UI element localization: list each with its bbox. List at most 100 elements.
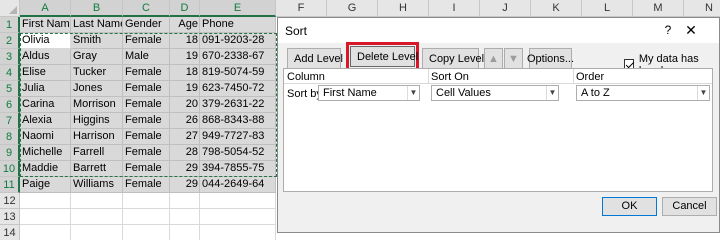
cell[interactable]: 394-7855-75	[200, 161, 276, 177]
cell[interactable]: Phone	[200, 17, 276, 33]
cell[interactable]: 26	[170, 113, 200, 129]
row-header-2[interactable]: 2	[0, 33, 20, 49]
cell[interactable]: 949-7727-83	[200, 129, 276, 145]
cell[interactable]	[200, 193, 276, 209]
cell[interactable]: 044-2649-64	[200, 177, 276, 193]
row-header-14[interactable]: 14	[0, 225, 20, 240]
cell[interactable]: 623-7450-72	[200, 81, 276, 97]
row-header-9[interactable]: 9	[0, 145, 20, 161]
cell[interactable]: Jones	[71, 81, 123, 97]
cell[interactable]: 091-9203-28	[200, 33, 276, 49]
cell[interactable]: Male	[123, 49, 170, 65]
cell[interactable]: Maddie	[20, 161, 71, 177]
column-header-a[interactable]: A	[20, 0, 71, 17]
cell[interactable]	[123, 209, 170, 225]
cell[interactable]: Aldus	[20, 49, 71, 65]
column-header-e[interactable]: E	[200, 0, 276, 17]
cell[interactable]	[71, 225, 123, 240]
cell[interactable]	[200, 209, 276, 225]
row-header-1[interactable]: 1	[0, 17, 20, 33]
cell[interactable]	[123, 193, 170, 209]
cell[interactable]	[71, 209, 123, 225]
column-header-k[interactable]: K	[531, 0, 582, 17]
cell[interactable]: Gender	[123, 17, 170, 33]
column-header-c[interactable]: C	[123, 0, 170, 17]
cell[interactable]	[170, 225, 200, 240]
order-select[interactable]: A to Z ▼	[576, 85, 710, 101]
column-header-l[interactable]: L	[582, 0, 633, 17]
cell[interactable]: Carina	[20, 97, 71, 113]
cell[interactable]: 819-5074-59	[200, 65, 276, 81]
row-header-6[interactable]: 6	[0, 97, 20, 113]
cell[interactable]	[200, 225, 276, 240]
cell[interactable]: 29	[170, 177, 200, 193]
cell[interactable]: 18	[170, 65, 200, 81]
cell[interactable]	[170, 193, 200, 209]
cell[interactable]: Olivia	[20, 33, 71, 49]
cell[interactable]: Paige	[20, 177, 71, 193]
cell[interactable]: First Name	[20, 17, 71, 33]
cell[interactable]: 27	[170, 129, 200, 145]
row-header-10[interactable]: 10	[0, 161, 20, 177]
column-header-j[interactable]: J	[480, 0, 531, 17]
cell[interactable]: Williams	[71, 177, 123, 193]
cell[interactable]: Female	[123, 81, 170, 97]
cell[interactable]: Female	[123, 129, 170, 145]
sort-column-select[interactable]: First Name ▼	[318, 85, 420, 101]
delete-level-button[interactable]: Delete Level	[350, 46, 418, 67]
cell[interactable]: 379-2631-22	[200, 97, 276, 113]
options-button[interactable]: Options...	[527, 48, 574, 69]
column-header-i[interactable]: I	[429, 0, 480, 17]
cell[interactable]: Last Name	[71, 17, 123, 33]
cell[interactable]: Harrison	[71, 129, 123, 145]
move-up-button[interactable]: ▲	[484, 48, 503, 69]
cell[interactable]: 19	[170, 49, 200, 65]
cell[interactable]	[20, 225, 71, 240]
cell[interactable]: 670-2338-67	[200, 49, 276, 65]
cell[interactable]: Farrell	[71, 145, 123, 161]
column-header-n[interactable]: N	[684, 0, 720, 17]
cell[interactable]: Julia	[20, 81, 71, 97]
close-button[interactable]: ✕	[678, 22, 704, 39]
help-button[interactable]: ?	[659, 22, 677, 39]
column-header-m[interactable]: M	[633, 0, 684, 17]
cell[interactable]: 18	[170, 33, 200, 49]
cell[interactable]: Elise	[20, 65, 71, 81]
row-header-3[interactable]: 3	[0, 49, 20, 65]
row-header-4[interactable]: 4	[0, 65, 20, 81]
row-header-11[interactable]: 11	[0, 177, 20, 193]
ok-button[interactable]: OK	[602, 197, 657, 216]
cell[interactable]: Female	[123, 33, 170, 49]
cell[interactable]	[20, 193, 71, 209]
cell[interactable]: Female	[123, 65, 170, 81]
cell[interactable]	[71, 193, 123, 209]
cell[interactable]: 28	[170, 145, 200, 161]
cell[interactable]: Morrison	[71, 97, 123, 113]
move-down-button[interactable]: ▼	[504, 48, 523, 69]
cancel-button[interactable]: Cancel	[662, 197, 717, 216]
cell[interactable]: Smith	[71, 33, 123, 49]
cell[interactable]: Age	[170, 17, 200, 33]
column-header-b[interactable]: B	[71, 0, 123, 17]
column-header-g[interactable]: G	[327, 0, 378, 17]
cell[interactable]: Gray	[71, 49, 123, 65]
cell[interactable]: Female	[123, 97, 170, 113]
cell[interactable]: Higgins	[71, 113, 123, 129]
cell[interactable]: Michelle	[20, 145, 71, 161]
row-header-13[interactable]: 13	[0, 209, 20, 225]
sort-on-select[interactable]: Cell Values ▼	[431, 85, 559, 101]
cell[interactable]: Tucker	[71, 65, 123, 81]
cell[interactable]	[20, 209, 71, 225]
cell[interactable]: 19	[170, 81, 200, 97]
cell[interactable]: 20	[170, 97, 200, 113]
row-header-5[interactable]: 5	[0, 81, 20, 97]
cell[interactable]: 29	[170, 161, 200, 177]
select-all-corner[interactable]	[0, 0, 20, 17]
cell[interactable]: 868-8343-88	[200, 113, 276, 129]
column-header-h[interactable]: H	[378, 0, 429, 17]
cell[interactable]: Female	[123, 177, 170, 193]
cell[interactable]: Naomi	[20, 129, 71, 145]
cell[interactable]: Barrett	[71, 161, 123, 177]
column-header-f[interactable]: F	[276, 0, 327, 17]
cell[interactable]: Alexia	[20, 113, 71, 129]
